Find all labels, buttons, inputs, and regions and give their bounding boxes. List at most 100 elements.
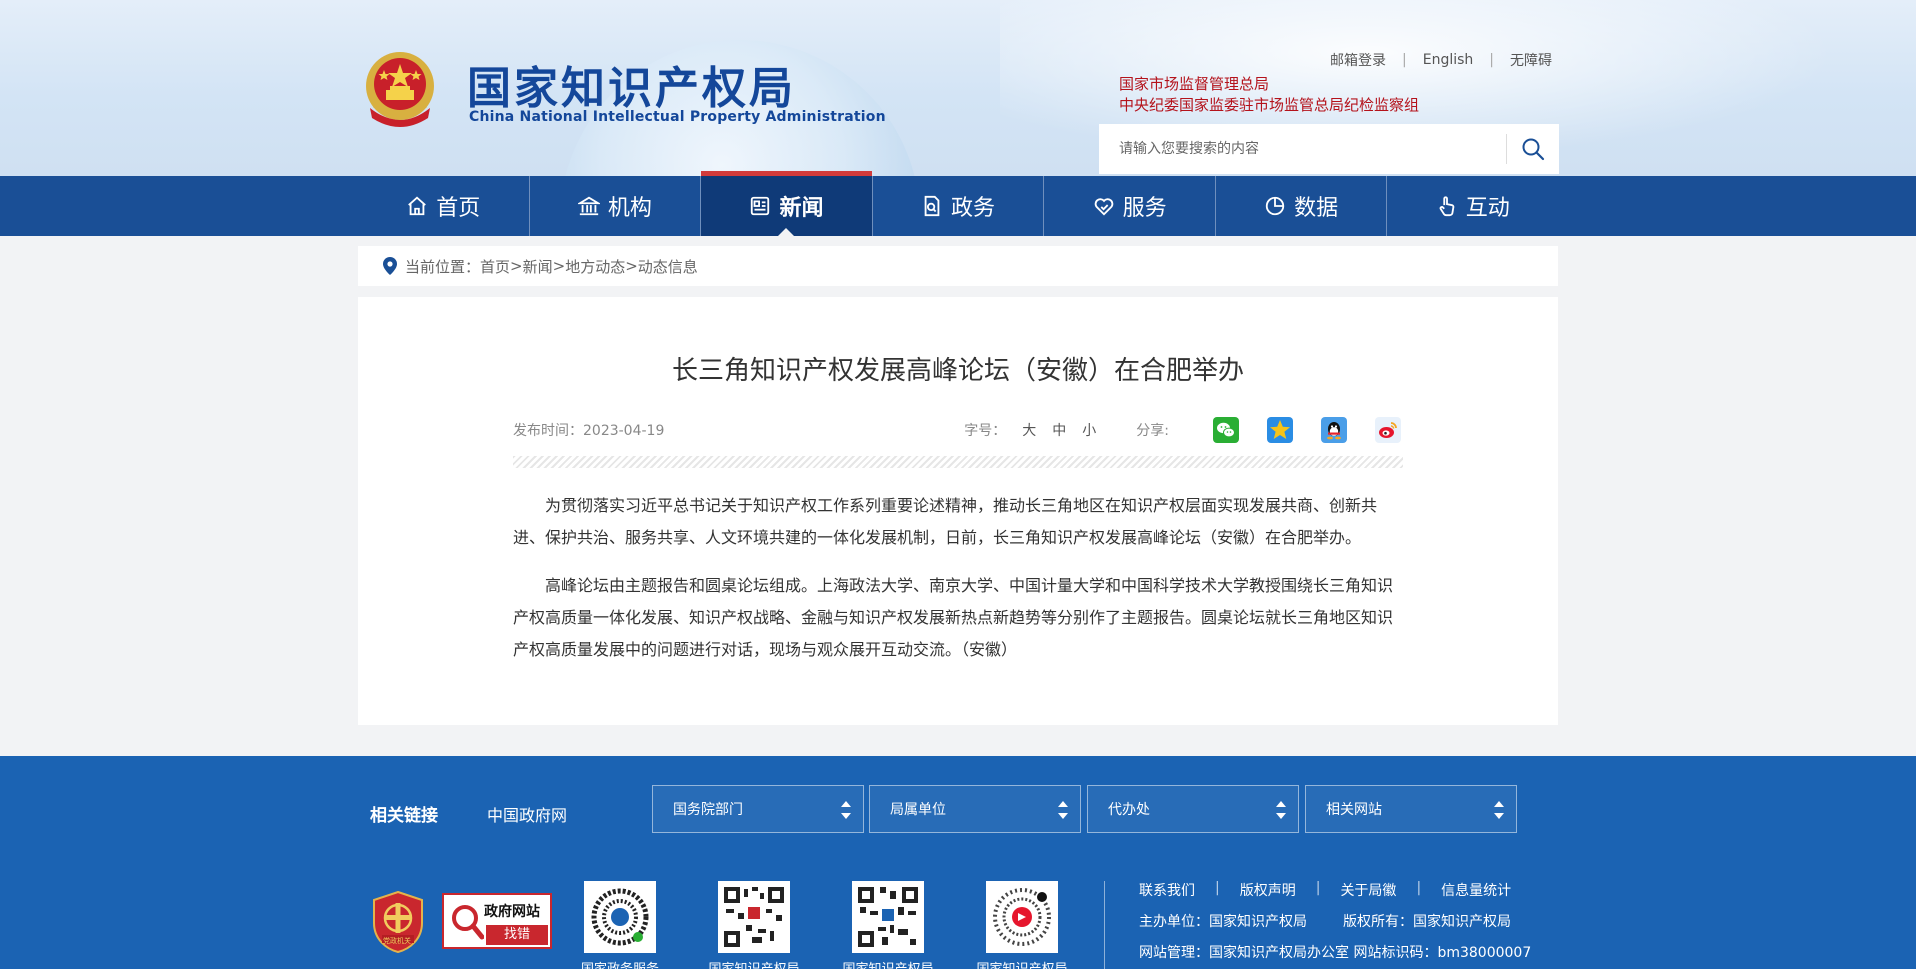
select-label: 局属单位 — [890, 802, 946, 818]
mail-login-link[interactable]: 邮箱登录 — [1330, 50, 1386, 70]
magnifier-icon — [452, 905, 484, 940]
publish-time: 发布时间：2023-04-19 — [513, 423, 665, 439]
party-gov-badge-text: 党政机关 — [383, 937, 411, 945]
qr-label: 国家知识产权局 — [828, 958, 948, 969]
qr-code-cnipa-2[interactable] — [852, 881, 924, 953]
article-body: 为贯彻落实习近平总书记关于知识产权工作系列重要论述精神，推动长三角地区在知识产权… — [513, 490, 1403, 682]
select-affiliated-units[interactable]: 局属单位 — [869, 785, 1081, 833]
site-title: 国家知识产权局 — [467, 63, 796, 114]
divider-stripe — [513, 456, 1403, 468]
nav-item-news[interactable]: 新闻 — [700, 171, 872, 236]
footer-host-row: 主办单位：国家知识产权局 版权所有：国家知识产权局 — [1139, 911, 1511, 931]
nav-item-home[interactable]: 首页 — [358, 176, 529, 236]
institution-icon — [577, 196, 600, 216]
qr-label: 国家知识产权局 — [962, 958, 1082, 969]
nav-label: 机构 — [607, 196, 652, 221]
nav-item-government-affairs[interactable]: 政务 — [871, 176, 1044, 236]
search-icon — [1522, 138, 1545, 161]
share-wechat[interactable] — [1213, 417, 1239, 443]
news-icon — [751, 196, 770, 216]
article-paragraph: 为贯彻落实习近平总书记关于知识产权工作系列重要论述精神，推动长三角地区在知识产权… — [513, 496, 1378, 547]
footer-manage-row: 网站管理：国家知识产权局办公室 网站标识码：bm38000007 — [1139, 942, 1531, 962]
select-agency-offices[interactable]: 代办处 — [1087, 785, 1299, 833]
nav-label: 互动 — [1465, 196, 1510, 221]
share-weibo[interactable] — [1375, 417, 1401, 443]
article-panel: 长三角知识产权发展高峰论坛（安徽）在合肥举办 发布时间：2023-04-19 字… — [358, 297, 1558, 725]
nav-item-interaction[interactable]: 互动 — [1386, 176, 1558, 236]
share-qq[interactable] — [1321, 417, 1347, 443]
search-button[interactable] — [1507, 124, 1559, 174]
breadcrumb-updates[interactable]: 动态信息 — [638, 256, 698, 277]
top-links: 邮箱登录 | English | 无障碍 — [1330, 50, 1552, 70]
footer-links: 联系我们 | 版权声明 | 关于局徽 | 信息量统计 — [1139, 880, 1512, 900]
heart-hand-icon — [1094, 198, 1113, 216]
party-gov-badge[interactable]: 党政机关 — [372, 890, 424, 957]
qr-label: 国家知识产权局 — [694, 958, 814, 969]
select-related-sites[interactable]: 相关网站 — [1305, 785, 1517, 833]
gov-site-error-action: 找错 — [486, 925, 548, 945]
nav-label: 数据 — [1294, 196, 1339, 221]
gov-cn-link[interactable]: 中国政府网 — [487, 802, 567, 826]
pie-chart-icon — [1266, 196, 1285, 216]
qr-code-cnipa-douyin[interactable] — [986, 881, 1058, 953]
select-label: 国务院部门 — [673, 802, 743, 818]
qr-code-icon — [724, 887, 784, 947]
breadcrumb-local-news[interactable]: 地方动态 — [565, 256, 625, 277]
search-box — [1099, 124, 1559, 174]
nav-label: 新闻 — [779, 196, 824, 221]
breadcrumb-news[interactable]: 新闻 — [523, 256, 553, 277]
gov-site-error-title: 政府网站 — [484, 904, 540, 920]
host-unit: 主办单位：国家知识产权局 — [1139, 914, 1307, 930]
copyright-owner: 版权所有：国家知识产权局 — [1343, 914, 1511, 930]
nav-item-institution[interactable]: 机构 — [528, 176, 701, 236]
related-links-label: 相关链接 — [370, 806, 438, 826]
agency-discipline[interactable]: 中央纪委国家监委驻市场监管总局纪检监察组 — [1119, 94, 1419, 115]
nav-item-services[interactable]: 服务 — [1043, 176, 1215, 236]
nav-label: 服务 — [1122, 196, 1167, 221]
breadcrumb-separator: > — [510, 257, 523, 275]
qr-code-icon — [992, 887, 1052, 947]
article-paragraph: 高峰论坛由主题报告和圆桌论坛组成。上海政法大学、南京大学、中国计量大学和中国科学… — [513, 576, 1394, 659]
font-size-medium[interactable]: 中 — [1052, 420, 1066, 440]
qq-icon — [1321, 417, 1347, 443]
contact-us-link[interactable]: 联系我们 — [1139, 880, 1195, 900]
nav-label: 首页 — [436, 196, 481, 221]
font-size-small[interactable]: 小 — [1082, 420, 1096, 440]
share-qzone[interactable] — [1267, 417, 1293, 443]
qr-code-cnipa-1[interactable] — [718, 881, 790, 953]
qzone-icon — [1267, 417, 1293, 443]
qr-code-icon — [858, 887, 918, 947]
about-emblem-link[interactable]: 关于局徽 — [1340, 880, 1396, 900]
updown-arrows-icon — [1276, 801, 1286, 819]
breadcrumb-home[interactable]: 首页 — [480, 256, 510, 277]
qr-label: 国家政务服务 — [560, 958, 680, 969]
weibo-icon — [1375, 417, 1401, 443]
breadcrumb-separator: > — [625, 257, 638, 275]
qr-code-icon — [590, 887, 650, 947]
nav-label: 政务 — [951, 196, 996, 221]
article-meta: 发布时间：2023-04-19 字号： 大 中 小 分享: — [513, 415, 1401, 445]
site-header: 国家知识产权局 China National Intellectual Prop… — [0, 0, 1916, 176]
font-size-large[interactable]: 大 — [1022, 420, 1036, 440]
wechat-icon — [1213, 417, 1239, 443]
info-stats-link[interactable]: 信息量统计 — [1441, 880, 1511, 900]
home-icon — [408, 196, 427, 216]
breadcrumb-prefix: 当前位置： — [405, 257, 481, 276]
english-link[interactable]: English — [1423, 52, 1474, 68]
search-input[interactable] — [1099, 124, 1506, 174]
national-emblem-icon[interactable] — [362, 48, 438, 128]
nav-item-data[interactable]: 数据 — [1214, 176, 1387, 236]
breadcrumb-separator: > — [552, 257, 566, 275]
select-label: 相关网站 — [1326, 802, 1382, 818]
gov-site-error-badge[interactable]: 政府网站 找错 — [442, 893, 552, 949]
site-management: 网站管理：国家知识产权局办公室 网站标识码：bm38000007 — [1139, 945, 1532, 961]
site-footer: 相关链接 中国政府网 国务院部门 局属单位 代办处 相关网站 党政机关 政府网站 — [0, 756, 1916, 969]
accessibility-link[interactable]: 无障碍 — [1510, 50, 1552, 70]
font-size-label: 字号： — [964, 423, 1007, 439]
updown-arrows-icon — [1494, 801, 1504, 819]
copyright-statement-link[interactable]: 版权声明 — [1240, 880, 1296, 900]
agency-samr[interactable]: 国家市场监督管理总局 — [1119, 73, 1269, 94]
location-pin-icon — [383, 257, 397, 275]
qr-code-gov-service[interactable] — [584, 881, 656, 953]
select-state-council[interactable]: 国务院部门 — [652, 785, 864, 833]
